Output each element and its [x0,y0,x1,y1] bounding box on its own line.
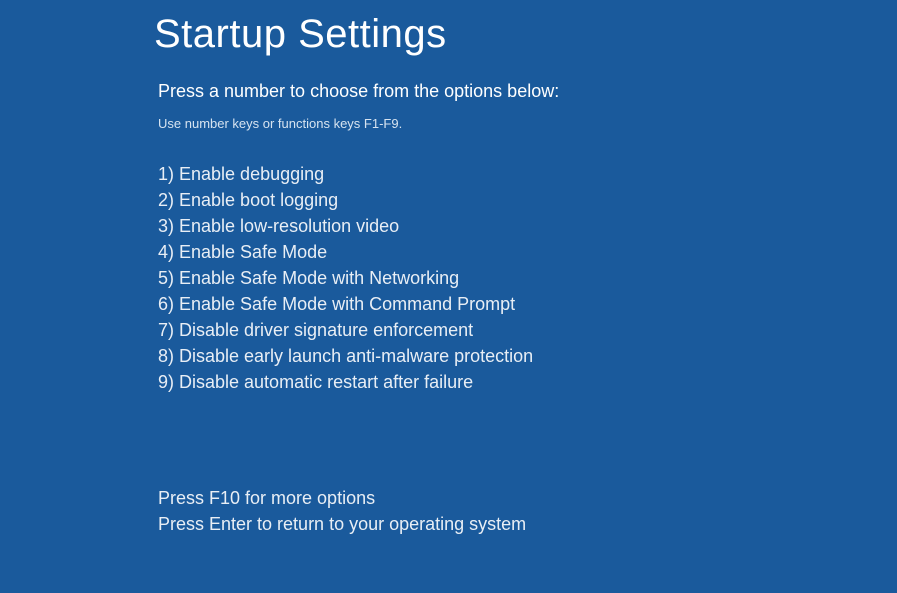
instruction-text: Press a number to choose from the option… [158,81,897,102]
option-2[interactable]: 2) Enable boot logging [158,187,897,213]
footer-instructions: Press F10 for more options Press Enter t… [158,485,897,537]
option-6[interactable]: 6) Enable Safe Mode with Command Prompt [158,291,897,317]
option-1[interactable]: 1) Enable debugging [158,161,897,187]
option-5[interactable]: 5) Enable Safe Mode with Networking [158,265,897,291]
page-title: Startup Settings [154,12,897,57]
more-options-hint: Press F10 for more options [158,485,897,511]
option-7[interactable]: 7) Disable driver signature enforcement [158,317,897,343]
option-4[interactable]: 4) Enable Safe Mode [158,239,897,265]
startup-settings-screen: Startup Settings Press a number to choos… [0,0,897,537]
option-8[interactable]: 8) Disable early launch anti-malware pro… [158,343,897,369]
option-9[interactable]: 9) Disable automatic restart after failu… [158,369,897,395]
option-3[interactable]: 3) Enable low-resolution video [158,213,897,239]
hint-text: Use number keys or functions keys F1-F9. [158,116,897,131]
options-list: 1) Enable debugging 2) Enable boot loggi… [158,161,897,395]
return-hint: Press Enter to return to your operating … [158,511,897,537]
